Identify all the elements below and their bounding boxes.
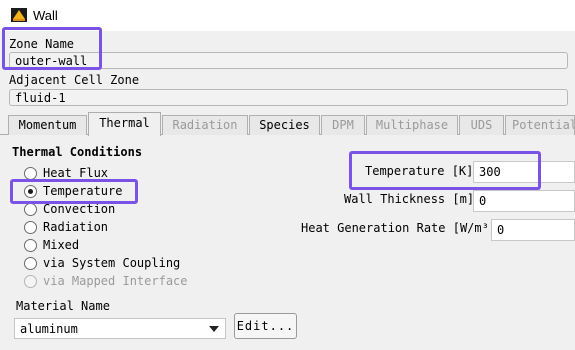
thermal-conditions-heading: Thermal Conditions <box>12 145 143 159</box>
temperature-label: Temperature [K] <box>365 164 474 178</box>
adjacent-cell-zone-label: Adjacent Cell Zone <box>9 73 140 87</box>
tab-dpm[interactable]: DPM <box>321 115 365 135</box>
radio-label: Convection <box>43 202 116 216</box>
fluent-app-icon <box>11 8 27 22</box>
tab-momentum[interactable]: Momentum <box>8 115 87 135</box>
tab-multiphase[interactable]: Multiphase <box>366 115 458 135</box>
heat-generation-rate-label: Heat Generation Rate [W/m³] <box>301 221 497 235</box>
material-name-dropdown[interactable]: aluminum <box>14 318 226 339</box>
adjacent-cell-zone-field: fluid-1 <box>9 89 568 106</box>
tab-species[interactable]: Species <box>249 115 320 135</box>
radio-button[interactable] <box>24 257 37 270</box>
radio-label: Heat Flux <box>43 166 109 180</box>
tab-potential[interactable]: Potential <box>505 115 575 135</box>
title-bar: Wall <box>0 0 575 31</box>
radio-button[interactable] <box>24 239 37 252</box>
radio-button <box>24 275 37 288</box>
wall-thickness-label: Wall Thickness [m] <box>344 192 475 206</box>
chevron-down-icon[interactable] <box>209 326 219 332</box>
tab-uds[interactable]: UDS <box>459 115 504 135</box>
tab-radiation[interactable]: Radiation <box>162 115 248 135</box>
radio-button[interactable] <box>24 203 37 216</box>
tab-strip: Momentum Thermal Radiation Species DPM M… <box>0 112 575 136</box>
radio-button[interactable] <box>24 221 37 234</box>
radio-button[interactable] <box>24 185 37 198</box>
zone-name-label: Zone Name <box>9 37 75 51</box>
window-title: Wall <box>33 8 58 23</box>
material-selected-value: aluminum <box>20 322 78 336</box>
zone-name-field[interactable]: outer-wall <box>9 52 568 69</box>
tab-thermal[interactable]: Thermal <box>88 112 161 136</box>
radio-label: via Mapped Interface <box>43 274 188 288</box>
heat-generation-rate-input[interactable]: 0 <box>491 219 575 241</box>
radio-label: Mixed <box>43 238 80 252</box>
radio-label: Temperature <box>43 184 123 198</box>
temperature-input[interactable]: 300 <box>473 161 575 183</box>
radio-label: via System Coupling <box>43 256 181 270</box>
radio-button[interactable] <box>24 167 37 180</box>
wall-thickness-input[interactable]: 0 <box>473 190 575 212</box>
edit-material-button[interactable]: Edit... <box>234 313 297 339</box>
material-name-label: Material Name <box>16 299 110 313</box>
radio-label: Radiation <box>43 220 109 234</box>
